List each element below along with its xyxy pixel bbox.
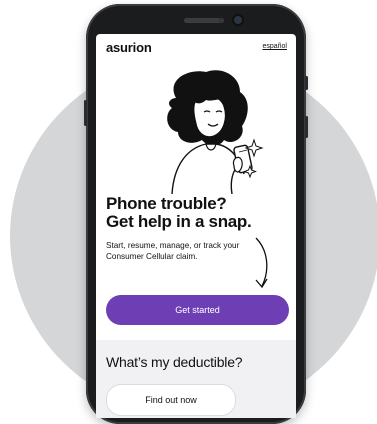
phone-sensor	[218, 18, 223, 23]
top-bar: asurion español	[96, 34, 296, 64]
headline-line-2: Get help in a snap.	[106, 212, 252, 231]
phone-frame: asurion español Phone trouble? Get help …	[84, 4, 308, 424]
phone-side-button	[84, 100, 87, 126]
deductible-section: What’s my deductible? Find out now	[96, 340, 296, 418]
phone-power-button	[305, 76, 308, 90]
front-camera-icon	[234, 16, 242, 24]
get-started-button[interactable]: Get started	[106, 295, 289, 325]
find-out-now-button[interactable]: Find out now	[106, 384, 236, 416]
language-link[interactable]: español	[262, 43, 287, 50]
headline-line-1: Phone trouble?	[106, 194, 227, 213]
woman-holding-phone-illustration	[167, 70, 264, 194]
curved-arrow-icon	[255, 237, 268, 289]
deductible-title: What’s my deductible?	[106, 354, 243, 370]
phone-volume-button	[305, 116, 308, 138]
page-title: Phone trouble? Get help in a snap.	[106, 195, 291, 231]
hero-subtext: Start, resume, manage, or track your Con…	[106, 241, 240, 261]
asurion-logo[interactable]: asurion	[106, 40, 152, 55]
phone-screen: asurion español Phone trouble? Get help …	[96, 34, 296, 418]
